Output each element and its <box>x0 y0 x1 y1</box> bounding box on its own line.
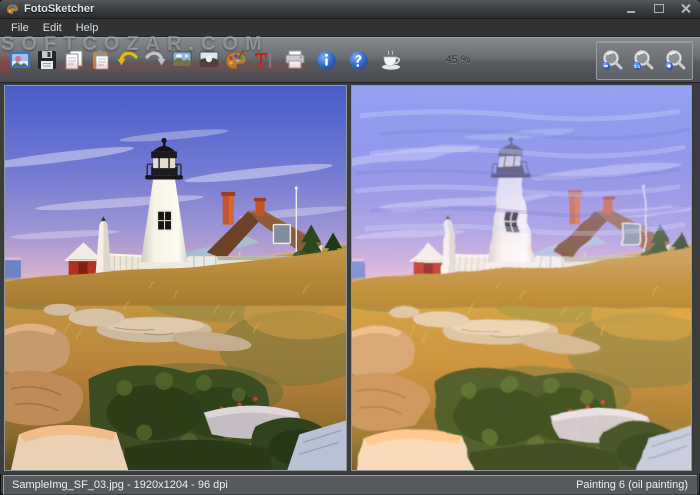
zoom-in-button[interactable] <box>662 44 691 77</box>
app-icon <box>7 4 18 14</box>
zoom-out-icon <box>601 49 623 70</box>
title-bar[interactable]: FotoSketcher <box>0 0 700 19</box>
svg-text:1:1: 1:1 <box>634 64 641 69</box>
fotosketcher-window: FotoSketcher File Edit Help 45 % 1:1 SOF… <box>0 0 700 495</box>
drawing-parameters-button[interactable] <box>168 42 195 78</box>
maximize-button[interactable] <box>653 4 665 14</box>
painted-photo <box>352 86 691 470</box>
original-photo <box>5 86 346 470</box>
open-image-button[interactable] <box>6 42 33 78</box>
open-image-icon <box>9 52 30 68</box>
zoom-in-icon <box>665 49 686 70</box>
minimize-button[interactable] <box>626 4 638 14</box>
print-button[interactable] <box>281 42 308 78</box>
close-button[interactable] <box>680 4 692 14</box>
copy-icon <box>65 50 82 70</box>
help-button[interactable] <box>345 42 372 78</box>
painted-image-panel[interactable] <box>351 85 692 471</box>
painting-tools-button[interactable] <box>222 42 249 78</box>
undo-icon <box>117 51 138 66</box>
menu-help[interactable]: Help <box>69 21 106 35</box>
text-tool-icon <box>254 53 272 69</box>
modify-source-image-button[interactable] <box>195 42 222 78</box>
add-text-button[interactable] <box>249 42 276 78</box>
help-icon <box>349 50 368 70</box>
menu-edit[interactable]: Edit <box>36 21 69 35</box>
info-icon <box>317 50 336 70</box>
undo-button[interactable] <box>114 42 141 78</box>
zoom-100-icon: 1:1 <box>633 49 654 70</box>
copy-image-button[interactable] <box>60 42 87 78</box>
palette-icon <box>225 49 246 70</box>
redo-icon <box>144 51 165 66</box>
paste-icon <box>92 50 108 70</box>
zoom-level-label: 45 % <box>445 54 471 66</box>
redo-button[interactable] <box>141 42 168 78</box>
status-bar: SampleImg_SF_03.jpg - 1920x1204 - 96 dpi… <box>3 475 697 495</box>
coffee-cup-icon <box>381 50 400 70</box>
drawing-parameters-icon <box>172 51 191 67</box>
status-effect-info: Painting 6 (oil painting) <box>576 479 688 491</box>
zoom-out-button[interactable] <box>598 44 627 77</box>
donate-button[interactable] <box>377 42 404 78</box>
menu-bar: File Edit Help <box>0 19 700 37</box>
source-image-icon <box>199 51 218 68</box>
original-image-panel[interactable] <box>4 85 347 471</box>
status-file-info: SampleImg_SF_03.jpg - 1920x1204 - 96 dpi <box>12 479 228 491</box>
window-title: FotoSketcher <box>24 3 95 15</box>
toolbar: 45 % 1:1 <box>0 37 700 83</box>
paste-image-button[interactable] <box>87 42 114 78</box>
save-image-button[interactable] <box>33 42 60 78</box>
zoom-100-button[interactable]: 1:1 <box>630 44 659 77</box>
zoom-controls: 1:1 <box>596 41 693 80</box>
save-icon <box>37 51 56 69</box>
image-area <box>0 83 700 474</box>
menu-file[interactable]: File <box>4 21 36 35</box>
printer-icon <box>285 50 304 69</box>
about-button[interactable] <box>313 42 340 78</box>
